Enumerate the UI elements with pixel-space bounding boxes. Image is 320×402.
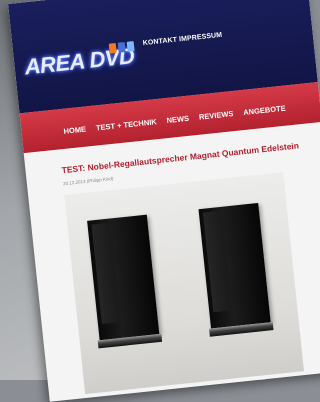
article-meta: 20.12.2013 (Philipp Kind) (62, 175, 114, 187)
twitter-icon[interactable] (126, 41, 135, 52)
nav-item-home[interactable]: HOME (63, 125, 86, 136)
nav-item-test-technik[interactable]: TEST + TECHNIK (95, 117, 157, 132)
rss-icon[interactable] (108, 42, 117, 54)
nav-item-news[interactable]: NEWS (166, 114, 189, 125)
nav-item-reviews[interactable]: REVIEWS (198, 109, 233, 122)
speaker-left (87, 214, 163, 349)
website-page: AREA DVD KONTAKT IMPRESSUM HOME TEST + T… (8, 0, 320, 402)
top-links[interactable]: KONTAKT IMPRESSUM (143, 32, 223, 47)
speaker-base (209, 322, 274, 337)
speaker-base (97, 333, 163, 349)
facebook-icon[interactable] (117, 42, 126, 53)
speaker-right (198, 202, 274, 337)
nav-item-angebote[interactable]: ANGEBOTE (243, 104, 286, 117)
article-title[interactable]: TEST: Nobel-Regallautsprecher Magnat Qua… (61, 140, 301, 175)
article-photo (64, 172, 304, 395)
